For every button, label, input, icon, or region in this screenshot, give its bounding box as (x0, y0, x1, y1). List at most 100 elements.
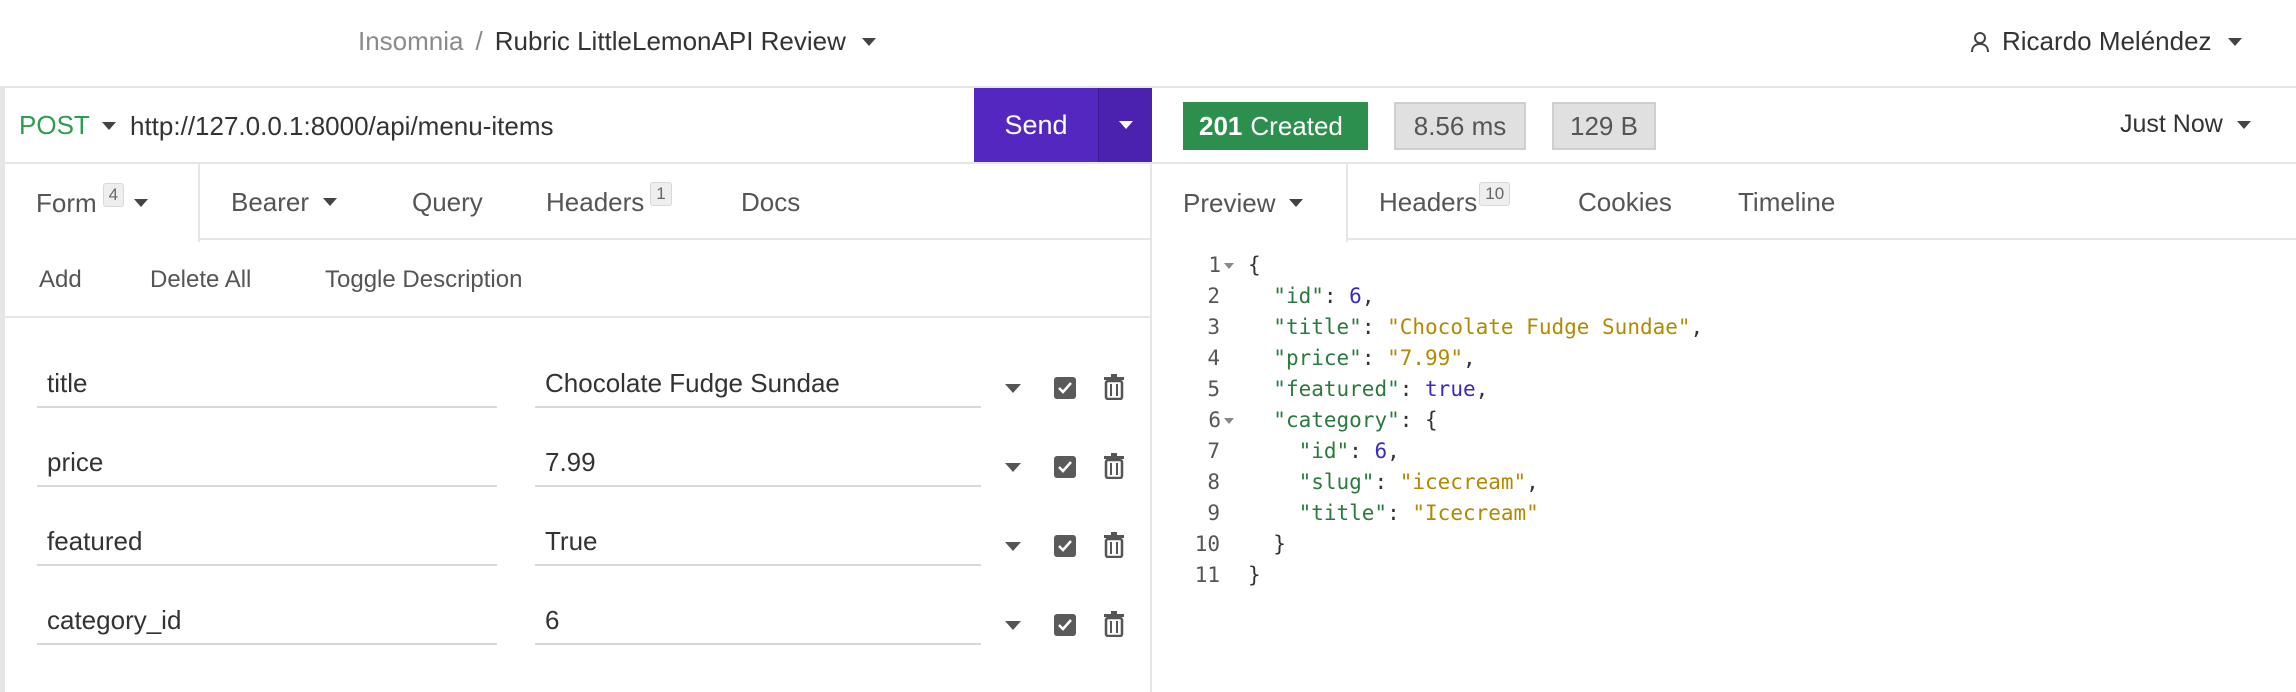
param-name-input[interactable] (37, 360, 497, 408)
tab-form-label: Form (36, 187, 97, 218)
param-name-input[interactable] (37, 439, 497, 487)
json-brace: { (1248, 253, 1261, 277)
json-brace: } (1273, 532, 1286, 556)
json-string: "icecream" (1399, 470, 1527, 494)
json-key: "slug" (1298, 470, 1375, 494)
tab-headers-count-badge: 1 (650, 182, 672, 206)
tab-query[interactable]: Query (412, 164, 483, 240)
param-type-chevron-down-icon[interactable] (1005, 463, 1021, 472)
bearer-chevron-down-icon (323, 198, 338, 206)
workspace-name[interactable]: Rubric LittleLemonAPI Review (495, 26, 846, 57)
request-tabs: Form 4 Bearer Query Headers 1 Docs (5, 164, 1152, 242)
fold-arrow-icon[interactable] (1224, 418, 1234, 424)
url-input[interactable] (130, 104, 970, 148)
code-line: 10 } (1152, 529, 2296, 560)
param-value-input[interactable] (535, 439, 981, 487)
delete-all-button[interactable]: Delete All (150, 266, 251, 294)
form-toolbar: Add Delete All Toggle Description (5, 240, 1152, 318)
tab-headers[interactable]: Headers 1 (546, 164, 672, 240)
send-chevron-down-icon (1118, 121, 1133, 129)
send-button[interactable]: Send (974, 88, 1098, 162)
tab-bearer[interactable]: Bearer (231, 164, 338, 240)
json-key: "featured" (1273, 377, 1400, 401)
param-enabled-checkbox[interactable] (1054, 535, 1076, 557)
breadcrumb: Insomnia / Rubric LittleLemonAPI Review (358, 26, 876, 57)
response-history-label: Just Now (2120, 110, 2223, 138)
tab-response-headers-label: Headers (1379, 186, 1478, 217)
form-param-row (5, 500, 1152, 580)
toggle-description-button[interactable]: Toggle Description (325, 266, 522, 294)
response-time-badge: 8.56 ms (1394, 102, 1526, 150)
json-key: "title" (1273, 315, 1362, 339)
json-number: 6 (1349, 284, 1362, 308)
check-icon (1058, 540, 1072, 552)
json-string: "7.99" (1387, 346, 1463, 370)
param-name-input[interactable] (37, 597, 497, 645)
tab-form[interactable]: Form 4 (5, 164, 200, 242)
tab-bearer-label: Bearer (231, 186, 310, 217)
breadcrumb-separator: / (475, 26, 483, 56)
response-history-dropdown[interactable]: Just Now (2120, 110, 2251, 139)
tab-docs-label: Docs (741, 186, 801, 217)
tab-docs[interactable]: Docs (741, 164, 800, 240)
trash-icon[interactable] (1103, 532, 1125, 558)
tab-timeline[interactable]: Timeline (1738, 164, 1835, 240)
response-size-badge: 129 B (1552, 102, 1656, 150)
line-number: 10 (1194, 532, 1220, 556)
trash-icon[interactable] (1103, 453, 1125, 479)
form-param-row (5, 579, 1152, 659)
line-number: 3 (1207, 315, 1220, 339)
code-line: 5 "featured": true, (1152, 374, 2296, 405)
response-pane: 201 Created 8.56 ms 129 B Just Now Previ… (1152, 88, 2296, 692)
param-type-chevron-down-icon[interactable] (1005, 542, 1021, 551)
json-boolean: true (1425, 377, 1476, 401)
form-chevron-down-icon (134, 199, 149, 207)
param-value-input[interactable] (535, 360, 981, 408)
line-number: 6 (1152, 405, 1236, 436)
fold-arrow-icon[interactable] (1224, 263, 1234, 269)
line-number: 8 (1207, 470, 1220, 494)
breadcrumb-app[interactable]: Insomnia (358, 26, 464, 57)
param-enabled-checkbox[interactable] (1054, 456, 1076, 478)
send-options-button[interactable] (1098, 88, 1152, 162)
tab-cookies[interactable]: Cookies (1578, 164, 1672, 240)
status-text: Created (1250, 110, 1343, 141)
json-string: "Chocolate Fudge Sundae" (1387, 315, 1691, 339)
tab-cookies-label: Cookies (1578, 186, 1672, 217)
method-select[interactable]: POST (19, 110, 116, 141)
user-name: Ricardo Meléndez (2002, 26, 2212, 56)
line-number: 5 (1207, 377, 1220, 401)
param-type-chevron-down-icon[interactable] (1005, 384, 1021, 393)
top-bar: Insomnia / Rubric LittleLemonAPI Review … (0, 0, 2296, 88)
param-name-input[interactable] (37, 518, 497, 566)
add-button[interactable]: Add (39, 266, 82, 294)
json-key: "id" (1273, 284, 1324, 308)
json-brace: } (1248, 563, 1261, 587)
response-tabs: Preview Headers 10 Cookies Timeline (1152, 164, 2296, 242)
tab-response-headers[interactable]: Headers 10 (1379, 164, 1511, 240)
workspace-chevron-down-icon[interactable] (861, 37, 876, 46)
code-line: 3 "title": "Chocolate Fudge Sundae", (1152, 312, 2296, 343)
trash-icon[interactable] (1103, 611, 1125, 637)
json-key: "id" (1298, 439, 1350, 463)
trash-icon[interactable] (1103, 374, 1125, 400)
request-pane: POST Send Form 4 Bearer Query Headers 1 … (0, 88, 1152, 692)
param-value-input[interactable] (535, 518, 981, 566)
line-number: 2 (1207, 284, 1220, 308)
tab-preview[interactable]: Preview (1152, 164, 1348, 242)
code-line: 1 { (1152, 250, 2296, 281)
code-line: 11 } (1152, 560, 2296, 591)
tab-response-headers-count-badge: 10 (1479, 182, 1511, 206)
history-chevron-down-icon (2236, 120, 2251, 129)
param-enabled-checkbox[interactable] (1054, 614, 1076, 636)
check-icon (1058, 461, 1072, 473)
line-number: 7 (1207, 439, 1220, 463)
code-line: 2 "id": 6, (1152, 281, 2296, 312)
url-bar: POST Send (5, 88, 1152, 164)
param-enabled-checkbox[interactable] (1054, 377, 1076, 399)
form-param-row (5, 421, 1152, 501)
method-chevron-down-icon (101, 121, 116, 130)
param-type-chevron-down-icon[interactable] (1005, 621, 1021, 630)
user-menu[interactable]: Ricardo Meléndez (1970, 26, 2242, 57)
param-value-input[interactable] (535, 597, 981, 645)
